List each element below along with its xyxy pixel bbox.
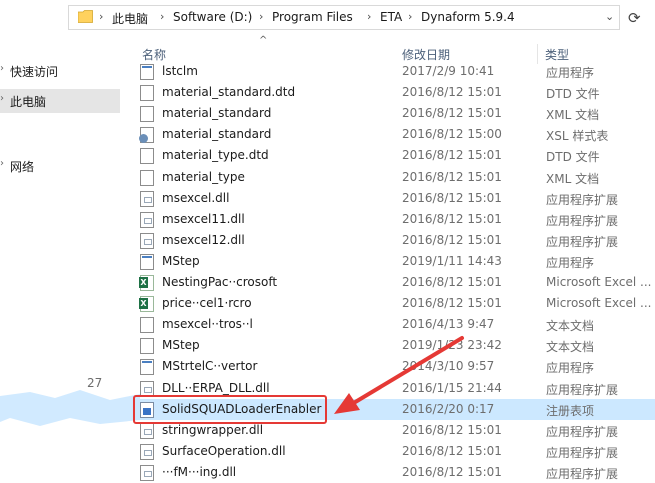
red-arrow-icon: [334, 336, 464, 414]
